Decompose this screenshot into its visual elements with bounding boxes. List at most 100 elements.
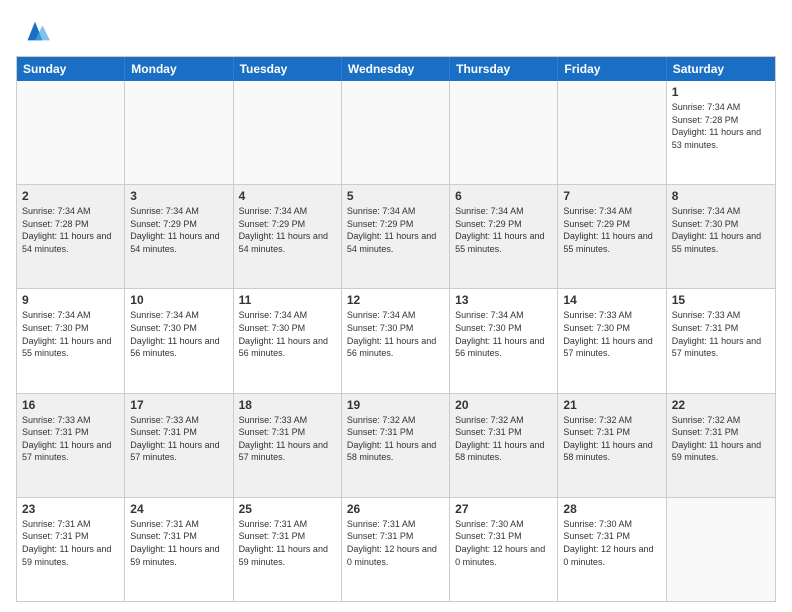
- day-cell-27: 27Sunrise: 7:30 AM Sunset: 7:31 PM Dayli…: [450, 498, 558, 601]
- day-info: Sunrise: 7:34 AM Sunset: 7:29 PM Dayligh…: [130, 205, 227, 255]
- header: [16, 16, 776, 46]
- day-info: Sunrise: 7:34 AM Sunset: 7:30 PM Dayligh…: [672, 205, 770, 255]
- header-day-thursday: Thursday: [450, 57, 558, 81]
- day-info: Sunrise: 7:31 AM Sunset: 7:31 PM Dayligh…: [239, 518, 336, 568]
- day-number: 6: [455, 189, 552, 203]
- day-info: Sunrise: 7:31 AM Sunset: 7:31 PM Dayligh…: [22, 518, 119, 568]
- day-number: 9: [22, 293, 119, 307]
- day-info: Sunrise: 7:34 AM Sunset: 7:30 PM Dayligh…: [347, 309, 444, 359]
- calendar-header: SundayMondayTuesdayWednesdayThursdayFrid…: [17, 57, 775, 81]
- header-day-tuesday: Tuesday: [234, 57, 342, 81]
- day-cell-10: 10 Sunrise: 7:34 AM Sunset: 7:30 PM Dayli…: [125, 289, 233, 392]
- empty-cell-0-3: [342, 81, 450, 184]
- empty-cell-0-0: [17, 81, 125, 184]
- day-number: 19: [347, 398, 444, 412]
- day-cell-2: 2 Sunrise: 7:34 AM Sunset: 7:28 PM Daylig…: [17, 185, 125, 288]
- day-info: Sunrise: 7:34 AM Sunset: 7:29 PM Dayligh…: [239, 205, 336, 255]
- day-number: 20: [455, 398, 552, 412]
- day-info: Sunrise: 7:34 AM Sunset: 7:30 PM Dayligh…: [455, 309, 552, 359]
- day-cell-19: 19 Sunrise: 7:32 AM Sunset: 7:31 PM Dayli…: [342, 394, 450, 497]
- day-cell-3: 3 Sunrise: 7:34 AM Sunset: 7:29 PM Daylig…: [125, 185, 233, 288]
- day-cell-14: 14 Sunrise: 7:33 AM Sunset: 7:30 PM Dayli…: [558, 289, 666, 392]
- header-day-monday: Monday: [125, 57, 233, 81]
- day-info: Sunrise: 7:34 AM Sunset: 7:29 PM Dayligh…: [347, 205, 444, 255]
- calendar: SundayMondayTuesdayWednesdayThursdayFrid…: [16, 56, 776, 602]
- day-info: Sunrise: 7:34 AM Sunset: 7:30 PM Dayligh…: [130, 309, 227, 359]
- day-number: 18: [239, 398, 336, 412]
- logo-icon: [20, 16, 50, 46]
- day-info: Sunrise: 7:32 AM Sunset: 7:31 PM Dayligh…: [455, 414, 552, 464]
- day-info: Sunrise: 7:30 AM Sunset: 7:31 PM Dayligh…: [455, 518, 552, 568]
- day-cell-22: 22 Sunrise: 7:32 AM Sunset: 7:31 PM Dayli…: [667, 394, 775, 497]
- day-number: 7: [563, 189, 660, 203]
- day-cell-4: 4Sunrise: 7:34 AM Sunset: 7:29 PM Daylig…: [234, 185, 342, 288]
- day-cell-16: 16 Sunrise: 7:33 AM Sunset: 7:31 PM Dayli…: [17, 394, 125, 497]
- calendar-row-3: 16 Sunrise: 7:33 AM Sunset: 7:31 PM Dayli…: [17, 393, 775, 497]
- day-number: 23: [22, 502, 119, 516]
- day-cell-20: 20 Sunrise: 7:32 AM Sunset: 7:31 PM Dayli…: [450, 394, 558, 497]
- day-number: 17: [130, 398, 227, 412]
- empty-cell-0-4: [450, 81, 558, 184]
- day-cell-24: 24 Sunrise: 7:31 AM Sunset: 7:31 PM Dayli…: [125, 498, 233, 601]
- page: SundayMondayTuesdayWednesdayThursdayFrid…: [0, 0, 792, 612]
- day-cell-13: 13 Sunrise: 7:34 AM Sunset: 7:30 PM Dayli…: [450, 289, 558, 392]
- day-number: 26: [347, 502, 444, 516]
- day-number: 24: [130, 502, 227, 516]
- day-cell-11: 11 Sunrise: 7:34 AM Sunset: 7:30 PM Dayli…: [234, 289, 342, 392]
- empty-cell-0-2: [234, 81, 342, 184]
- day-info: Sunrise: 7:34 AM Sunset: 7:30 PM Dayligh…: [239, 309, 336, 359]
- day-cell-17: 17 Sunrise: 7:33 AM Sunset: 7:31 PM Dayli…: [125, 394, 233, 497]
- day-number: 13: [455, 293, 552, 307]
- day-info: Sunrise: 7:32 AM Sunset: 7:31 PM Dayligh…: [672, 414, 770, 464]
- day-cell-15: 15Sunrise: 7:33 AM Sunset: 7:31 PM Dayli…: [667, 289, 775, 392]
- day-cell-25: 25 Sunrise: 7:31 AM Sunset: 7:31 PM Dayli…: [234, 498, 342, 601]
- day-number: 28: [563, 502, 660, 516]
- day-number: 21: [563, 398, 660, 412]
- day-cell-26: 26 Sunrise: 7:31 AM Sunset: 7:31 PM Dayli…: [342, 498, 450, 601]
- day-cell-7: 7Sunrise: 7:34 AM Sunset: 7:29 PM Daylig…: [558, 185, 666, 288]
- day-info: Sunrise: 7:33 AM Sunset: 7:31 PM Dayligh…: [22, 414, 119, 464]
- empty-cell-4-6: [667, 498, 775, 601]
- day-info: Sunrise: 7:32 AM Sunset: 7:31 PM Dayligh…: [347, 414, 444, 464]
- day-cell-21: 21 Sunrise: 7:32 AM Sunset: 7:31 PM Dayli…: [558, 394, 666, 497]
- day-cell-6: 6 Sunrise: 7:34 AM Sunset: 7:29 PM Daylig…: [450, 185, 558, 288]
- day-number: 12: [347, 293, 444, 307]
- day-cell-23: 23 Sunrise: 7:31 AM Sunset: 7:31 PM Dayli…: [17, 498, 125, 601]
- day-info: Sunrise: 7:34 AM Sunset: 7:30 PM Dayligh…: [22, 309, 119, 359]
- day-number: 11: [239, 293, 336, 307]
- empty-cell-0-5: [558, 81, 666, 184]
- header-day-friday: Friday: [558, 57, 666, 81]
- day-info: Sunrise: 7:31 AM Sunset: 7:31 PM Dayligh…: [347, 518, 444, 568]
- day-info: Sunrise: 7:33 AM Sunset: 7:31 PM Dayligh…: [130, 414, 227, 464]
- day-info: Sunrise: 7:33 AM Sunset: 7:31 PM Dayligh…: [672, 309, 770, 359]
- logo: [16, 16, 50, 46]
- day-number: 14: [563, 293, 660, 307]
- day-cell-18: 18Sunrise: 7:33 AM Sunset: 7:31 PM Dayli…: [234, 394, 342, 497]
- day-info: Sunrise: 7:34 AM Sunset: 7:28 PM Dayligh…: [672, 101, 770, 151]
- empty-cell-0-1: [125, 81, 233, 184]
- calendar-body: 1 Sunrise: 7:34 AM Sunset: 7:28 PM Daylig…: [17, 81, 775, 601]
- day-cell-8: 8 Sunrise: 7:34 AM Sunset: 7:30 PM Daylig…: [667, 185, 775, 288]
- day-number: 8: [672, 189, 770, 203]
- day-info: Sunrise: 7:34 AM Sunset: 7:28 PM Dayligh…: [22, 205, 119, 255]
- day-number: 5: [347, 189, 444, 203]
- day-number: 22: [672, 398, 770, 412]
- day-info: Sunrise: 7:31 AM Sunset: 7:31 PM Dayligh…: [130, 518, 227, 568]
- day-number: 3: [130, 189, 227, 203]
- calendar-row-1: 2 Sunrise: 7:34 AM Sunset: 7:28 PM Daylig…: [17, 184, 775, 288]
- calendar-row-2: 9 Sunrise: 7:34 AM Sunset: 7:30 PM Daylig…: [17, 288, 775, 392]
- day-number: 10: [130, 293, 227, 307]
- day-cell-1: 1 Sunrise: 7:34 AM Sunset: 7:28 PM Daylig…: [667, 81, 775, 184]
- day-cell-28: 28Sunrise: 7:30 AM Sunset: 7:31 PM Dayli…: [558, 498, 666, 601]
- day-info: Sunrise: 7:34 AM Sunset: 7:29 PM Dayligh…: [455, 205, 552, 255]
- day-info: Sunrise: 7:33 AM Sunset: 7:30 PM Dayligh…: [563, 309, 660, 359]
- day-cell-9: 9 Sunrise: 7:34 AM Sunset: 7:30 PM Daylig…: [17, 289, 125, 392]
- calendar-row-0: 1 Sunrise: 7:34 AM Sunset: 7:28 PM Daylig…: [17, 81, 775, 184]
- day-number: 25: [239, 502, 336, 516]
- day-number: 2: [22, 189, 119, 203]
- day-number: 1: [672, 85, 770, 99]
- header-day-saturday: Saturday: [667, 57, 775, 81]
- day-number: 16: [22, 398, 119, 412]
- day-info: Sunrise: 7:32 AM Sunset: 7:31 PM Dayligh…: [563, 414, 660, 464]
- calendar-row-4: 23 Sunrise: 7:31 AM Sunset: 7:31 PM Dayli…: [17, 497, 775, 601]
